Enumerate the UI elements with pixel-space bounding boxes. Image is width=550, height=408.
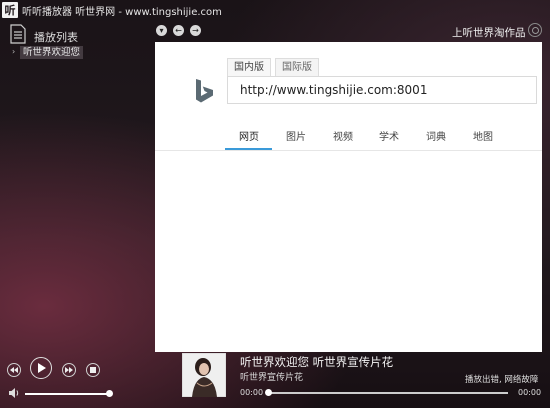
scope-videos[interactable]: 视频: [333, 128, 353, 143]
back-button[interactable]: ←: [173, 25, 184, 36]
scope-dictionary[interactable]: 词典: [426, 128, 446, 143]
playlist-icon[interactable]: [9, 24, 27, 44]
time-total: 00:00: [518, 388, 542, 397]
song-subtitle: 听世界宣传片花: [240, 373, 304, 383]
rewind-icon: [10, 367, 18, 373]
brand-badge-icon[interactable]: [528, 23, 542, 37]
bing-logo: [196, 79, 213, 103]
tab-international[interactable]: 国际版: [275, 58, 319, 76]
dropdown-button[interactable]: ▾: [156, 25, 167, 36]
scope-web[interactable]: 网页: [239, 128, 259, 143]
play-button[interactable]: [30, 357, 52, 379]
stop-icon: [90, 367, 96, 373]
playlist-title: 播放列表: [34, 31, 78, 44]
tab-domestic[interactable]: 国内版: [227, 58, 271, 76]
search-input[interactable]: [228, 77, 536, 103]
scope-maps[interactable]: 地图: [473, 128, 493, 143]
window-title: 听听播放器 听世界网 - www.tingshijie.com: [22, 7, 222, 18]
playback-status: 播放出错, 网络故障: [465, 375, 539, 385]
play-icon: [37, 363, 46, 373]
brand-link[interactable]: 上听世界淘作品: [452, 25, 526, 40]
volume-slider[interactable]: [25, 393, 110, 395]
title-bar: 听 听听播放器 听世界网 - www.tingshijie.com: [0, 0, 550, 20]
stop-button[interactable]: [86, 363, 100, 377]
seek-bar[interactable]: [268, 392, 508, 394]
album-art: [182, 353, 226, 397]
fast-forward-icon: [65, 367, 73, 373]
app-logo: 听: [2, 2, 18, 18]
forward-button[interactable]: →: [190, 25, 201, 36]
volume-icon[interactable]: [8, 387, 20, 399]
divider: [155, 150, 542, 151]
scope-images[interactable]: 图片: [286, 128, 306, 143]
time-current: 00:00: [240, 388, 264, 397]
scope-academic[interactable]: 学术: [379, 128, 399, 143]
playlist-item[interactable]: 听世界欢迎您: [20, 46, 84, 59]
song-title: 听世界欢迎您 听世界宣传片花: [240, 355, 394, 369]
playlist-arrow-icon: ›: [12, 47, 16, 56]
seek-knob[interactable]: [265, 389, 272, 396]
volume-knob[interactable]: [106, 390, 113, 397]
browser-panel: 国内版 国际版 网页 图片 视频 学术 词典 地图: [155, 42, 542, 352]
search-box[interactable]: [227, 76, 537, 104]
fast-forward-button[interactable]: [62, 363, 76, 377]
rewind-button[interactable]: [7, 363, 21, 377]
